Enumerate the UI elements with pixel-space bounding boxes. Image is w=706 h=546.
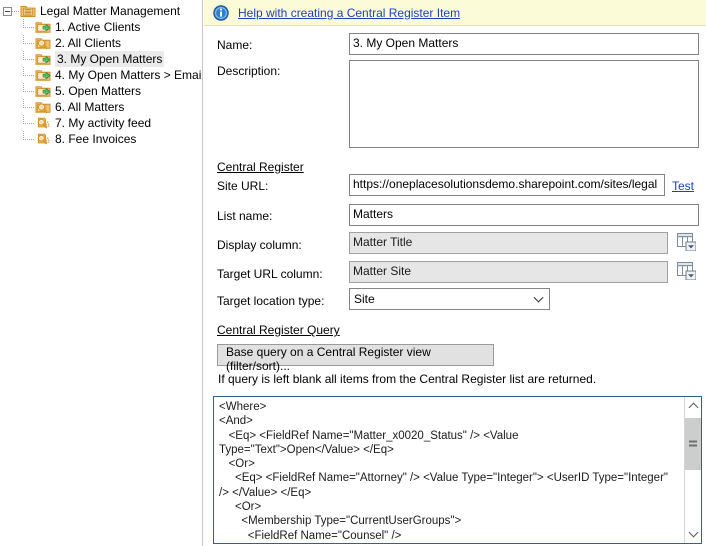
central-register-query-section-title: Central Register Query bbox=[217, 323, 340, 337]
tree-connector bbox=[22, 35, 35, 51]
tree-item-label: 7. My activity feed bbox=[55, 116, 152, 130]
tree-item-6[interactable]: 6. All Matters bbox=[0, 99, 202, 115]
search-dots-icon bbox=[35, 131, 51, 147]
chevron-down-icon bbox=[533, 292, 544, 303]
scroll-down-arrow-icon[interactable] bbox=[685, 526, 701, 543]
query-xml-text[interactable]: <Where> <And> <Eq> <FieldRef Name="Matte… bbox=[214, 397, 684, 543]
tree-connector bbox=[22, 131, 35, 147]
tree-item-label: 8. Fee Invoices bbox=[55, 132, 137, 146]
tree-connector bbox=[22, 51, 35, 67]
tree-item-1[interactable]: 1. Active Clients bbox=[0, 19, 202, 35]
target-location-type-label: Target location type: bbox=[217, 294, 325, 308]
central-register-item-form: Help with creating a Central Register It… bbox=[204, 0, 706, 546]
folder-search-icon bbox=[35, 35, 51, 51]
folder-arrow-icon bbox=[35, 19, 51, 35]
tree-children-container: 1. Active Clients 2. All Clients 3. My Ope… bbox=[0, 19, 202, 147]
tree-item-label: 4. My Open Matters > Email bbox=[55, 68, 203, 82]
tree-root-label: Legal Matter Management bbox=[40, 4, 181, 18]
folder-arrow-icon bbox=[35, 67, 51, 83]
tree-item-8[interactable]: 8. Fee Invoices bbox=[0, 131, 202, 147]
navigation-tree-panel: Legal Matter Management 1. Active Client… bbox=[0, 0, 203, 546]
info-icon bbox=[213, 4, 229, 21]
tree-item-label: 2. All Clients bbox=[55, 36, 122, 50]
display-column-label: Display column: bbox=[217, 238, 302, 252]
query-xml-scrollbar[interactable] bbox=[684, 397, 701, 543]
search-dots-icon bbox=[35, 115, 51, 131]
query-xml-editor[interactable]: <Where> <And> <Eq> <FieldRef Name="Matte… bbox=[213, 396, 702, 544]
tree-item-label: 1. Active Clients bbox=[55, 20, 141, 34]
folder-arrow-icon bbox=[35, 83, 51, 99]
site-url-input[interactable]: https://oneplacesolutionsdemo.sharepoint… bbox=[349, 174, 665, 196]
folder-search-icon bbox=[35, 99, 51, 115]
target-location-type-select[interactable]: Site bbox=[349, 288, 550, 310]
help-banner: Help with creating a Central Register It… bbox=[204, 0, 706, 26]
collapse-toggle-icon[interactable] bbox=[3, 6, 12, 16]
tree-connector bbox=[22, 19, 35, 35]
tree-root-node[interactable]: Legal Matter Management bbox=[0, 3, 202, 19]
application-window: Legal Matter Management 1. Active Client… bbox=[0, 0, 706, 546]
tree-connector bbox=[22, 83, 35, 99]
query-hint-text: If query is left blank all items from th… bbox=[218, 372, 597, 386]
tree-item-label: 5. Open Matters bbox=[55, 84, 142, 98]
scrollbar-grip-icon bbox=[689, 440, 697, 448]
list-name-label: List name: bbox=[217, 209, 273, 223]
test-link[interactable]: Test bbox=[672, 179, 694, 193]
tree-item-4[interactable]: 4. My Open Matters > Email bbox=[0, 67, 202, 83]
tree-item-5[interactable]: 5. Open Matters bbox=[0, 83, 202, 99]
tree-item-label: 6. All Matters bbox=[55, 100, 125, 114]
description-textarea[interactable] bbox=[349, 60, 699, 148]
tree-item-2[interactable]: 2. All Clients bbox=[0, 35, 202, 51]
list-name-input[interactable]: Matters bbox=[349, 204, 699, 226]
scrollbar-thumb[interactable] bbox=[685, 418, 701, 470]
tree-item-7[interactable]: 7. My activity feed bbox=[0, 115, 202, 131]
scroll-up-arrow-icon[interactable] bbox=[685, 397, 701, 414]
column-picker-icon[interactable] bbox=[677, 233, 697, 252]
tree-connector bbox=[22, 67, 35, 83]
target-url-column-label: Target URL column: bbox=[217, 267, 323, 281]
tree-connector bbox=[12, 10, 20, 12]
name-label: Name: bbox=[217, 38, 253, 52]
name-input[interactable]: 3. My Open Matters bbox=[349, 33, 699, 55]
target-url-column-input[interactable]: Matter Site bbox=[349, 261, 668, 283]
column-picker-icon[interactable] bbox=[677, 262, 697, 281]
central-register-section-title: Central Register bbox=[217, 160, 304, 174]
folder-arrow-icon bbox=[35, 51, 51, 67]
folder-lines-icon bbox=[20, 3, 36, 19]
description-label: Description: bbox=[217, 64, 281, 78]
tree-connector bbox=[22, 115, 35, 131]
target-location-type-value: Site bbox=[354, 292, 375, 306]
help-link[interactable]: Help with creating a Central Register It… bbox=[238, 6, 460, 20]
base-query-button[interactable]: Base query on a Central Register view (f… bbox=[217, 344, 494, 373]
tree-connector bbox=[22, 99, 35, 115]
tree-item-label: 3. My Open Matters bbox=[55, 51, 165, 67]
tree-item-3[interactable]: 3. My Open Matters bbox=[0, 51, 202, 67]
display-column-input[interactable]: Matter Title bbox=[349, 232, 668, 254]
site-url-label: Site URL: bbox=[217, 179, 269, 193]
